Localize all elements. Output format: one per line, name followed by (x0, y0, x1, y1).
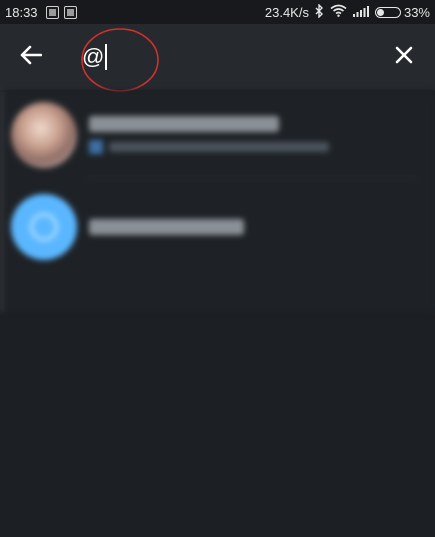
signal-icon (352, 5, 369, 20)
text-cursor (105, 44, 108, 70)
results-panel (0, 90, 435, 312)
battery-icon: 33% (374, 4, 430, 20)
status-left: 18:33 (0, 5, 82, 20)
battery-fill (376, 8, 384, 16)
close-icon (395, 46, 413, 69)
blurred-title-bar (89, 219, 244, 235)
search-input[interactable]: @ (82, 44, 108, 70)
result-text (89, 116, 329, 154)
back-button[interactable] (0, 24, 62, 90)
status-time: 18:33 (5, 4, 38, 20)
result-text-saved (89, 219, 244, 235)
notification-icon-2 (63, 5, 77, 19)
battery-body (374, 6, 401, 18)
bookmark-icon (30, 213, 58, 241)
channel-icon (89, 140, 103, 154)
bluetooth-icon (315, 2, 324, 21)
screen: 18:33 23.4K/s 33% @ (0, 0, 435, 537)
status-right: 23.4K/s 33% (259, 2, 435, 21)
search-value: @ (82, 44, 105, 69)
network-speed: 23.4K/s (264, 4, 309, 20)
battery-percent: 33% (403, 4, 430, 20)
blurred-title-bar (89, 116, 279, 132)
status-bar: 18:33 23.4K/s 33% (0, 0, 435, 24)
wifi-icon (330, 4, 347, 20)
close-button[interactable] (373, 24, 435, 90)
row-divider (87, 178, 417, 179)
saved-messages-avatar (11, 194, 77, 260)
search-toolbar: @ (0, 24, 435, 92)
blurred-subtitle (89, 140, 329, 154)
search-field-wrap: @ (62, 24, 373, 92)
search-results (0, 90, 435, 537)
blurred-subtitle-bar (109, 142, 329, 152)
notification-icon (45, 5, 59, 19)
avatar (11, 102, 77, 168)
arrow-left-icon (20, 45, 43, 70)
result-row-saved[interactable] (3, 182, 435, 272)
result-row[interactable] (3, 90, 435, 180)
